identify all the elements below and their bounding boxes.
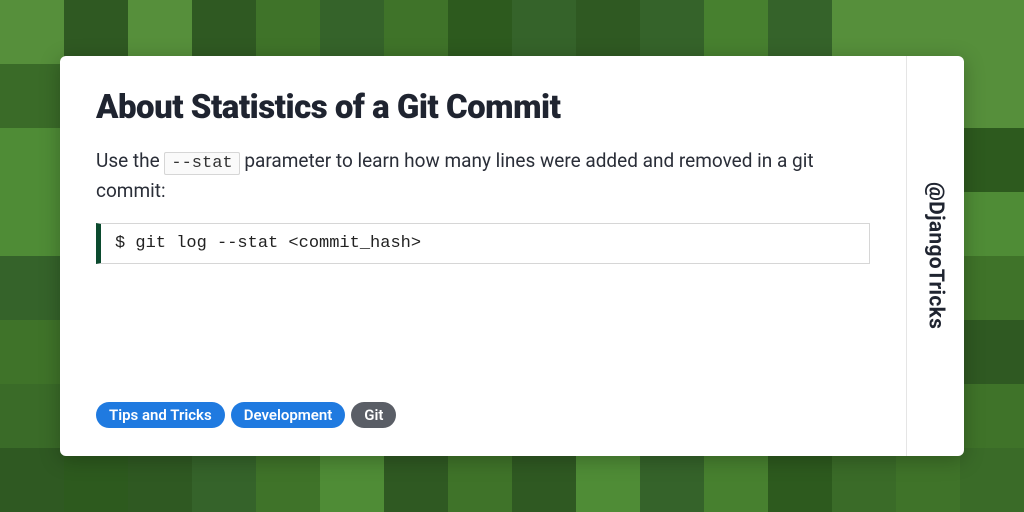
main-content: About Statistics of a Git Commit Use the…: [60, 56, 906, 456]
sidebar: @DjangoTricks: [906, 56, 964, 456]
page-title: About Statistics of a Git Commit: [96, 88, 870, 127]
tag-git[interactable]: Git: [351, 402, 396, 428]
tag-tips-and-tricks[interactable]: Tips and Tricks: [96, 402, 225, 428]
content-card: About Statistics of a Git Commit Use the…: [60, 56, 964, 456]
tag-list: Tips and TricksDevelopmentGit: [96, 402, 870, 428]
description-text: Use the --stat parameter to learn how ma…: [96, 147, 870, 205]
author-handle: @DjangoTricks: [924, 182, 948, 329]
tag-development[interactable]: Development: [231, 402, 346, 428]
code-block: $ git log --stat <commit_hash>: [96, 223, 870, 264]
description-pre: Use the: [96, 149, 164, 172]
spacer: [96, 264, 870, 402]
inline-code-param: --stat: [164, 152, 239, 175]
